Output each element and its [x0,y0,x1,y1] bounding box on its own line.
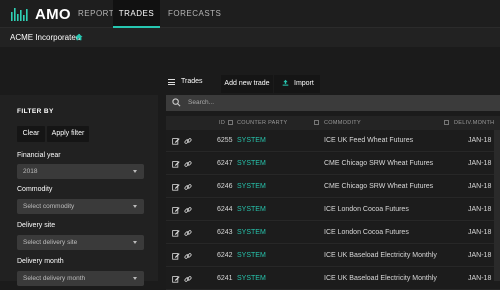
edit-icon[interactable] [172,183,180,191]
column-id[interactable]: ID [219,120,225,126]
trade-counterparty[interactable]: SYSTEM [237,252,266,259]
trade-id: 6242 [217,252,233,259]
table-row[interactable]: 6242 SYSTEM ICE UK Baseload Electricity Mo… [166,245,500,267]
home-icon[interactable] [75,33,83,41]
apply-filter-button[interactable]: Apply filter [47,126,89,142]
table-row[interactable]: 6255 SYSTEM ICE UK Feed Wheat Futures JAN-1… [166,130,500,152]
trade-commodity: ICE London Cocoa Futures [324,229,409,236]
import-label: Import [294,80,314,87]
chevron-down-icon [133,277,137,280]
trade-commodity: CME Chicago SRW Wheat Futures [324,160,434,167]
logo-text: AMO [35,5,71,23]
column-counterparty[interactable]: COUNTER PARTY [237,120,287,126]
chevron-down-icon [133,241,137,244]
delivery-site-value: Select delivery site [23,239,78,246]
trade-commodity: ICE London Cocoa Futures [324,206,409,213]
menu-icon[interactable] [168,78,175,85]
trade-deliv-month: JAN-18 [468,137,492,144]
trade-commodity: ICE UK Baseload Electricity Monthly [324,252,437,259]
trade-deliv-month: JAN-18 [468,206,492,213]
financial-year-value: 2018 [23,168,38,175]
trades-header: Trades [168,78,203,85]
search-input[interactable] [166,95,500,111]
add-new-trade-button[interactable]: Add new trade [221,75,273,93]
filter-title: FILTER BY [17,108,54,115]
link-icon[interactable] [184,160,192,168]
tab-forecasts[interactable]: FORECASTS [168,0,221,28]
edit-icon[interactable] [172,275,180,283]
logo-bars-icon [11,8,28,21]
table-row[interactable]: 6244 SYSTEM ICE London Cocoa Futures JAN-18 [166,199,500,221]
delivery-month-label: Delivery month [17,258,64,265]
app-logo[interactable]: AMO [10,5,71,23]
edit-icon[interactable] [172,252,180,260]
sort-icon[interactable] [444,120,449,125]
chevron-down-icon [133,205,137,208]
sort-icon[interactable] [314,120,319,125]
clear-button[interactable]: Clear [17,126,45,142]
chevron-down-icon [133,170,137,173]
table-row[interactable]: 6243 SYSTEM ICE London Cocoa Futures JAN-18 [166,222,500,244]
link-icon[interactable] [184,206,192,214]
table-row[interactable]: 6241 SYSTEM ICE UK Baseload Electricity Mo… [166,268,500,290]
delivery-month-select[interactable]: Select delivery month [17,271,144,286]
tab-trades[interactable]: TRADES [113,0,160,28]
trade-id: 6255 [217,137,233,144]
delivery-site-label: Delivery site [17,222,56,229]
column-commodity[interactable]: COMMODITY [324,120,361,126]
edit-icon[interactable] [172,137,180,145]
trade-commodity: CME Chicago SRW Wheat Futures [324,183,434,190]
import-button[interactable]: Import [274,75,320,93]
table-row[interactable]: 6246 SYSTEM CME Chicago SRW Wheat Futures J… [166,176,500,198]
column-deliv-month[interactable]: DELIV.MONTH [454,120,494,126]
trade-counterparty[interactable]: SYSTEM [237,183,266,190]
trade-counterparty[interactable]: SYSTEM [237,137,266,144]
trade-id: 6243 [217,229,233,236]
trade-deliv-month: JAN-18 [468,160,492,167]
link-icon[interactable] [184,183,192,191]
edit-icon[interactable] [172,229,180,237]
edit-icon[interactable] [172,160,180,168]
commodity-value: Select commodity [23,203,75,210]
trade-id: 6244 [217,206,233,213]
commodity-select[interactable]: Select commodity [17,199,144,214]
table-header: ID COUNTER PARTY COMMODITY DELIV.MONTH [166,116,500,130]
financial-year-label: Financial year [17,152,61,159]
trade-counterparty[interactable]: SYSTEM [237,160,266,167]
link-icon[interactable] [184,275,192,283]
trade-commodity: ICE UK Feed Wheat Futures [324,137,414,144]
trade-deliv-month: JAN-18 [468,252,492,259]
link-icon[interactable] [184,252,192,260]
link-icon[interactable] [184,137,192,145]
financial-year-select[interactable]: 2018 [17,164,144,179]
trades-title: Trades [181,78,203,85]
table-scrollbar[interactable] [494,130,500,281]
trade-counterparty[interactable]: SYSTEM [237,229,266,236]
breadcrumb-company[interactable]: ACME Incorporated [10,33,80,42]
commodity-label: Commodity [17,186,53,193]
trade-deliv-month: JAN-18 [468,183,492,190]
trade-counterparty[interactable]: SYSTEM [237,206,266,213]
search-placeholder: Search... [188,99,215,106]
delivery-site-select[interactable]: Select delivery site [17,235,144,250]
trade-deliv-month: JAN-18 [468,229,492,236]
trade-id: 6247 [217,160,233,167]
edit-icon[interactable] [172,206,180,214]
search-icon [172,98,181,107]
link-icon[interactable] [184,229,192,237]
upload-icon [282,79,289,86]
trade-id: 6246 [217,183,233,190]
top-nav-bar [0,0,500,28]
sort-icon[interactable] [228,120,233,125]
table-row[interactable]: 6247 SYSTEM CME Chicago SRW Wheat Futures J… [166,153,500,175]
